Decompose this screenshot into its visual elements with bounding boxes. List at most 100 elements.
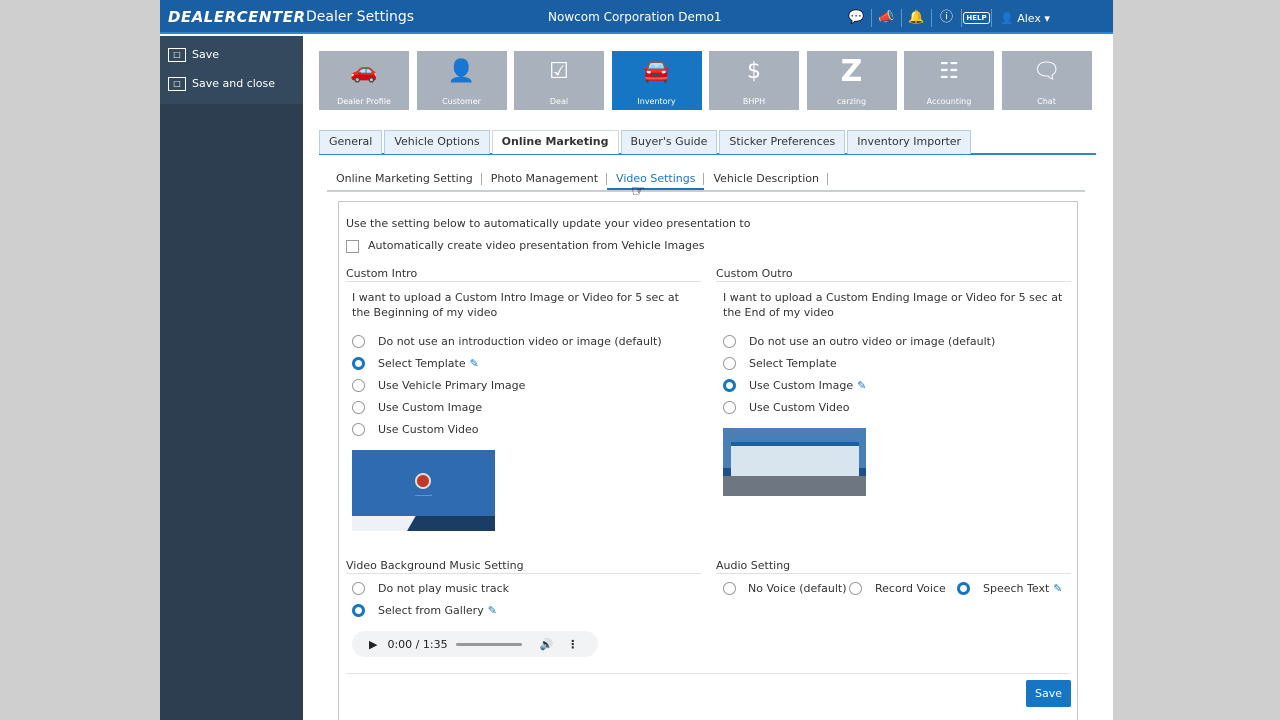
intro-option-vehicle-primary-image[interactable]: Use Vehicle Primary Image xyxy=(352,379,525,392)
bell-icon[interactable]: 🔔 xyxy=(902,9,932,27)
intro-option-custom-image[interactable]: Use Custom Image xyxy=(352,401,482,414)
tile-deal[interactable]: ☑ Deal xyxy=(514,51,604,110)
outro-image-thumbnail[interactable] xyxy=(723,428,866,496)
photo-dealership-building xyxy=(731,442,859,476)
custom-intro-title: Custom Intro xyxy=(346,267,701,282)
option-label: Do not use an outro video or image (defa… xyxy=(749,335,996,348)
tab-general[interactable]: General xyxy=(319,130,383,154)
chat-icon[interactable]: 💬 xyxy=(842,9,872,27)
question-icon[interactable]: ⓘ xyxy=(932,9,962,27)
volume-icon[interactable]: 🔊 xyxy=(540,638,554,651)
outro-option-custom-video[interactable]: Use Custom Video xyxy=(723,401,850,414)
subtab-vehicle-description[interactable]: Vehicle Description xyxy=(704,168,829,190)
option-label: Speech Text xyxy=(983,582,1050,595)
outro-option-none[interactable]: Do not use an outro video or image (defa… xyxy=(723,335,995,348)
chat-bubble-icon: 🗨 xyxy=(1032,59,1061,84)
tile-carzing[interactable]: Zcarzing xyxy=(806,51,897,110)
deal-icon: ☑ xyxy=(549,59,569,84)
pencil-edit-icon[interactable]: ✎ xyxy=(1053,582,1062,595)
save-and-close-button[interactable]: □ Save and close xyxy=(160,69,303,98)
auto-create-label: Automatically create video presentation … xyxy=(368,239,705,252)
tile-dealer-profile[interactable]: 🚗 Dealer Profile xyxy=(319,51,409,110)
tile-customer[interactable]: 👤 Customer xyxy=(416,51,507,110)
option-label: Do not play music track xyxy=(378,582,510,595)
intro-instruction: Use the setting below to automatically u… xyxy=(346,217,751,230)
pencil-edit-icon[interactable]: ✎ xyxy=(857,379,866,392)
pencil-edit-icon[interactable]: ✎ xyxy=(470,357,479,370)
main-tabs: General Vehicle Options Online Marketing… xyxy=(319,130,1096,155)
option-label: Use Custom Image xyxy=(749,379,854,392)
save-close-icon: □ xyxy=(168,76,186,91)
outro-option-select-template[interactable]: Select Template xyxy=(723,357,837,370)
music-option-gallery[interactable]: Select from Gallery ✎ xyxy=(352,604,497,617)
audio-option-no-voice[interactable]: No Voice (default) xyxy=(723,582,847,595)
radio-button[interactable] xyxy=(352,423,365,436)
save-icon: □ xyxy=(168,47,186,62)
tile-bhph[interactable]: $ BHPH xyxy=(709,51,799,110)
save-and-close-label: Save and close xyxy=(192,77,276,90)
intro-option-select-template[interactable]: Select Template ✎ xyxy=(352,357,479,370)
radio-button[interactable] xyxy=(723,582,736,595)
audio-option-record-voice[interactable]: Record Voice xyxy=(849,582,946,595)
music-option-none[interactable]: Do not play music track xyxy=(352,582,509,595)
radio-button[interactable] xyxy=(352,379,365,392)
help-icon[interactable]: HELP xyxy=(962,9,992,27)
megaphone-icon[interactable]: 📣 xyxy=(872,9,902,27)
subtab-photo-management[interactable]: Photo Management xyxy=(482,168,608,190)
top-icons: 💬 📣 🔔 ⓘ HELP 👤 Alex ▾ xyxy=(842,7,1050,29)
app-window: DEALERCENTER Dealer Settings Nowcom Corp… xyxy=(160,0,1113,720)
tile-chat[interactable]: 🗨 Chat xyxy=(1001,51,1092,110)
play-icon[interactable]: ▶ xyxy=(369,638,377,651)
radio-button[interactable] xyxy=(352,582,365,595)
thumbnail-footer-band xyxy=(407,516,495,531)
more-options-icon[interactable]: ⋮ xyxy=(567,638,578,651)
tab-sticker-preferences[interactable]: Sticker Preferences xyxy=(719,130,846,154)
radio-button-selected[interactable] xyxy=(352,604,365,617)
intro-option-custom-video[interactable]: Use Custom Video xyxy=(352,423,479,436)
save-button[interactable]: □ Save xyxy=(160,40,303,69)
option-label: Use Custom Video xyxy=(749,401,850,414)
option-label: Record Voice xyxy=(875,582,946,595)
tab-vehicle-options[interactable]: Vehicle Options xyxy=(384,130,490,154)
tab-inventory-importer[interactable]: Inventory Importer xyxy=(847,130,972,154)
brand-logo[interactable]: DEALERCENTER xyxy=(168,8,306,26)
sidebar: □ Save □ Save and close xyxy=(160,36,303,720)
audio-option-speech-text[interactable]: Speech Text ✎ xyxy=(957,582,1062,595)
abacus-icon: ☷ xyxy=(939,59,959,84)
panel-save-button[interactable]: Save xyxy=(1026,680,1071,707)
auto-create-checkbox[interactable] xyxy=(346,240,359,253)
radio-button-selected[interactable] xyxy=(957,582,970,595)
map-pin-dollar-icon: $ xyxy=(747,59,761,84)
intro-option-none[interactable]: Do not use an introduction video or imag… xyxy=(352,335,662,348)
subtab-online-marketing-setting[interactable]: Online Marketing Setting xyxy=(327,168,482,190)
outro-option-custom-image[interactable]: Use Custom Image ✎ xyxy=(723,379,866,392)
audio-player: ▶ 0:00 / 1:35 🔊 ⋮ xyxy=(352,631,598,657)
dealer-profile-icon: 🚗 xyxy=(350,59,378,84)
hand-cursor-icon: ☞ xyxy=(631,181,646,200)
subtab-video-settings[interactable]: Video Settings xyxy=(607,168,705,190)
radio-button-selected[interactable] xyxy=(352,357,365,370)
radio-button[interactable] xyxy=(352,335,365,348)
option-label: No Voice (default) xyxy=(748,582,847,595)
radio-button[interactable] xyxy=(723,357,736,370)
radio-button[interactable] xyxy=(723,401,736,414)
tile-inventory[interactable]: 🚘 Inventory xyxy=(611,51,702,110)
radio-button-selected[interactable] xyxy=(723,379,736,392)
intro-template-thumbnail[interactable]: ─────── xyxy=(352,450,495,531)
radio-button[interactable] xyxy=(352,401,365,414)
tile-accounting[interactable]: ☷ Accounting xyxy=(904,51,994,110)
video-settings-panel: Use the setting below to automatically u… xyxy=(338,201,1078,720)
option-label: Use Custom Video xyxy=(378,423,479,436)
user-name: Alex xyxy=(1017,11,1041,25)
tab-online-marketing[interactable]: Online Marketing xyxy=(491,130,619,154)
tab-buyers-guide[interactable]: Buyer's Guide xyxy=(620,130,718,154)
pencil-edit-icon[interactable]: ✎ xyxy=(488,604,497,617)
carzing-icon: Z xyxy=(840,54,863,89)
audio-progress-slider[interactable] xyxy=(455,642,522,646)
company-name: Nowcom Corporation Demo1 xyxy=(548,10,722,24)
radio-button[interactable] xyxy=(849,582,862,595)
option-label: Use Vehicle Primary Image xyxy=(378,379,526,392)
user-menu[interactable]: 👤 Alex ▾ xyxy=(1000,12,1050,25)
custom-outro-title: Custom Outro xyxy=(716,267,1071,282)
radio-button[interactable] xyxy=(723,335,736,348)
